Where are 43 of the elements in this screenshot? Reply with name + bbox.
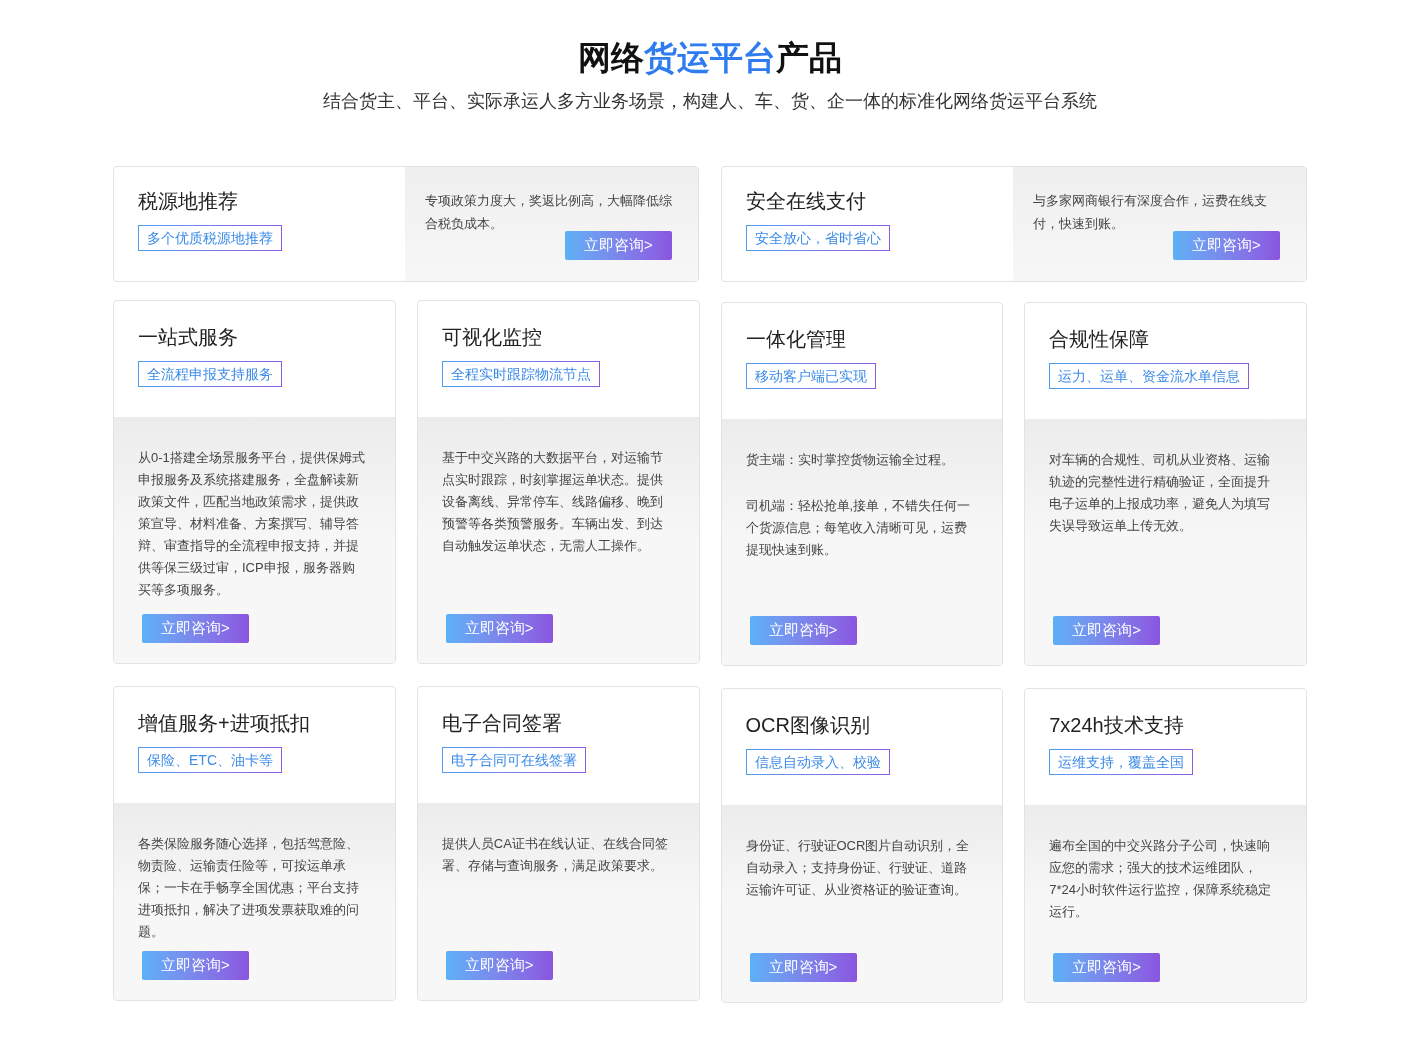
consult-button[interactable]: 立即咨询> [445,614,553,643]
consult-button[interactable]: 立即咨询> [142,951,249,980]
tag-label: 保险、ETC、油卡等 [138,747,282,773]
tag-label: 电子合同可在线签署 [441,747,586,773]
tag-label: 信息自动录入、校验 [745,749,890,775]
card-title: 一站式服务 [138,325,239,350]
tag-label: 全流程申报支持服务 [138,361,282,387]
card-description: 从0-1搭建全场景服务平台，提供保姆式申报服务及系统搭建服务，全盘解读新政策文件，匹配当地政策需求，提供政策宣导、材料准备、方案撰写、辅导答辩、审查指导的全流程申报支持，并提供等保三级过审，ICP申报，服务器购买等多项服务。 [138,449,366,599]
card-description: 提供人员CA证书在线认证、在线合同签署、存储与查询服务，满足政策要求。 [441,835,669,875]
card-title: 合规性保障 [1049,327,1151,352]
card-title: 增值服务+进项抵扣 [138,711,311,736]
tag-label: 运维支持，覆盖全国 [1049,749,1194,775]
card-title: 安全在线支付 [746,189,867,214]
consult-button[interactable]: 立即咨询> [1053,953,1161,982]
page-subtitle: 结合货主、平台、实际承运人多方业务场景，构建人、车、货、企一体的标准化网络货运平台系统 [323,90,1097,113]
consult-button[interactable]: 立即咨询> [1173,231,1280,260]
consult-button[interactable]: 立即咨询> [445,951,553,980]
card-title: 可视化监控 [441,325,543,350]
consult-button[interactable]: 立即咨询> [749,616,857,645]
tag-label: 多个优质税源地推荐 [138,225,282,251]
page-title: 网络货运平台产品 [578,37,842,79]
tag-label: 运力、运单、资金流水单信息 [1049,363,1250,389]
card-description: 专项政策力度大，奖返比例高，大幅降低综合税负成本。 [425,192,673,233]
card-title: OCR图像识别 [745,713,871,738]
card-title: 一体化管理 [745,327,847,352]
card-description: 各类保险服务随心选择，包括驾意险、物责险、运输责任险等，可按运单承保；一卡在手畅享全国优惠；平台支持进项抵扣，解决了进项发票获取难的问题。 [138,835,360,941]
card-title: 税源地推荐 [138,189,239,214]
card-description: 司机端：轻松抢单,接单，不错失任何一个货源信息；每笔收入清晰可见，运费提现快速到账。 [745,497,972,559]
tag-label: 移动客户端已实现 [745,363,876,389]
card-description: 基于中交兴路的大数据平台，对运输节点实时跟踪，时刻掌握运单状态。提供设备离线、异常停车、线路偏移、晚到预警等各类预警服务。车辆出发、到达自动触发运单状态，无需人工操作。 [441,449,664,555]
card-description: 货主端：实时掌控货物运输全过程。 [745,451,955,469]
card-title: 电子合同签署 [441,711,563,736]
consult-button[interactable]: 立即咨询> [142,614,249,643]
consult-button[interactable]: 立即咨询> [1053,616,1161,645]
consult-button[interactable]: 立即咨询> [749,953,857,982]
card-title: 7x24h技术支持 [1049,713,1185,738]
tag-label: 安全放心，省时省心 [746,225,890,251]
card-description: 遍布全国的中交兴路分子公司，快速响应您的需求；强大的技术运维团队，7*24小时软件运行监控，保障系统稳定运行。 [1049,837,1272,921]
card-description: 与多家网商银行有深度合作，运费在线支付，快速到账。 [1033,192,1268,233]
card-description: 身份证、行驶证OCR图片自动识别，全自动录入；支持身份证、行驶证、道路运输许可证、从业资格证的验证查询。 [745,837,971,899]
tag-label: 全程实时跟踪物流节点 [441,361,600,387]
consult-button[interactable]: 立即咨询> [565,231,672,260]
card-description: 对车辆的合规性、司机从业资格、运输轨迹的完整性进行精确验证，全面提升电子运单的上报成功率，避免人为填写失误导致运单上传无效。 [1049,451,1272,535]
